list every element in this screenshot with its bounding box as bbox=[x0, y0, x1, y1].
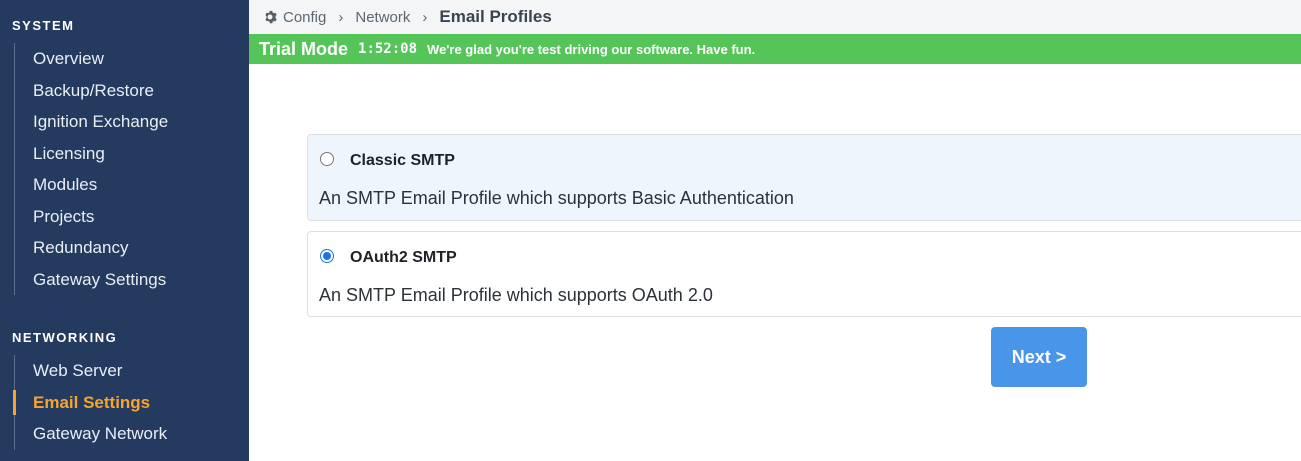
sidebar-item-email-settings[interactable]: Email Settings bbox=[12, 387, 167, 419]
chevron-right-icon: › bbox=[338, 8, 344, 26]
breadcrumb-config[interactable]: Config bbox=[283, 9, 326, 26]
option-title: Classic SMTP bbox=[350, 152, 455, 169]
trial-banner: Trial Mode 1:52:08 We're glad you're tes… bbox=[249, 34, 1301, 64]
sidebar-item-projects[interactable]: Projects bbox=[15, 201, 168, 233]
option-oauth2-smtp[interactable]: OAuth2 SMTP An SMTP Email Profile which … bbox=[307, 231, 1301, 317]
sidebar-item-overview[interactable]: Overview bbox=[15, 43, 168, 75]
breadcrumb-network[interactable]: Network bbox=[355, 9, 410, 26]
trial-timer: 1:52:08 bbox=[358, 41, 418, 57]
section-title-system: SYSTEM bbox=[12, 18, 75, 33]
gear-icon bbox=[263, 10, 277, 24]
radio-classic-smtp[interactable] bbox=[320, 152, 334, 166]
sidebar-item-gateway-settings[interactable]: Gateway Settings bbox=[15, 264, 168, 296]
sidebar-item-web-server[interactable]: Web Server bbox=[15, 355, 167, 387]
sidebar: SYSTEM Overview Backup/Restore Ignition … bbox=[0, 0, 249, 461]
option-description: An SMTP Email Profile which supports Bas… bbox=[319, 188, 794, 208]
sidebar-item-redundancy[interactable]: Redundancy bbox=[15, 232, 168, 264]
option-title: OAuth2 SMTP bbox=[350, 249, 457, 266]
page-title: Email Profiles bbox=[439, 7, 552, 26]
section-title-networking: NETWORKING bbox=[12, 330, 118, 345]
option-description: An SMTP Email Profile which supports OAu… bbox=[319, 285, 713, 305]
sidebar-item-modules[interactable]: Modules bbox=[15, 169, 168, 201]
option-classic-smtp[interactable]: Classic SMTP An SMTP Email Profile which… bbox=[307, 134, 1301, 221]
radio-oauth2-smtp[interactable] bbox=[320, 249, 334, 263]
sidebar-item-licensing[interactable]: Licensing bbox=[15, 138, 168, 170]
trial-message: We're glad you're test driving our softw… bbox=[427, 41, 756, 57]
trial-title: Trial Mode bbox=[259, 38, 349, 59]
sidebar-item-backup-restore[interactable]: Backup/Restore bbox=[15, 75, 168, 107]
chevron-right-icon: › bbox=[422, 8, 428, 26]
sidebar-item-ignition-exchange[interactable]: Ignition Exchange bbox=[15, 106, 168, 138]
nav-group-system: Overview Backup/Restore Ignition Exchang… bbox=[14, 43, 168, 295]
breadcrumb: Config › Network › Email Profiles bbox=[249, 0, 1301, 34]
nav-group-networking: Web Server Email Settings Gateway Networ… bbox=[12, 355, 167, 450]
next-button[interactable]: Next > bbox=[991, 327, 1087, 387]
sidebar-item-gateway-network[interactable]: Gateway Network bbox=[15, 418, 167, 450]
